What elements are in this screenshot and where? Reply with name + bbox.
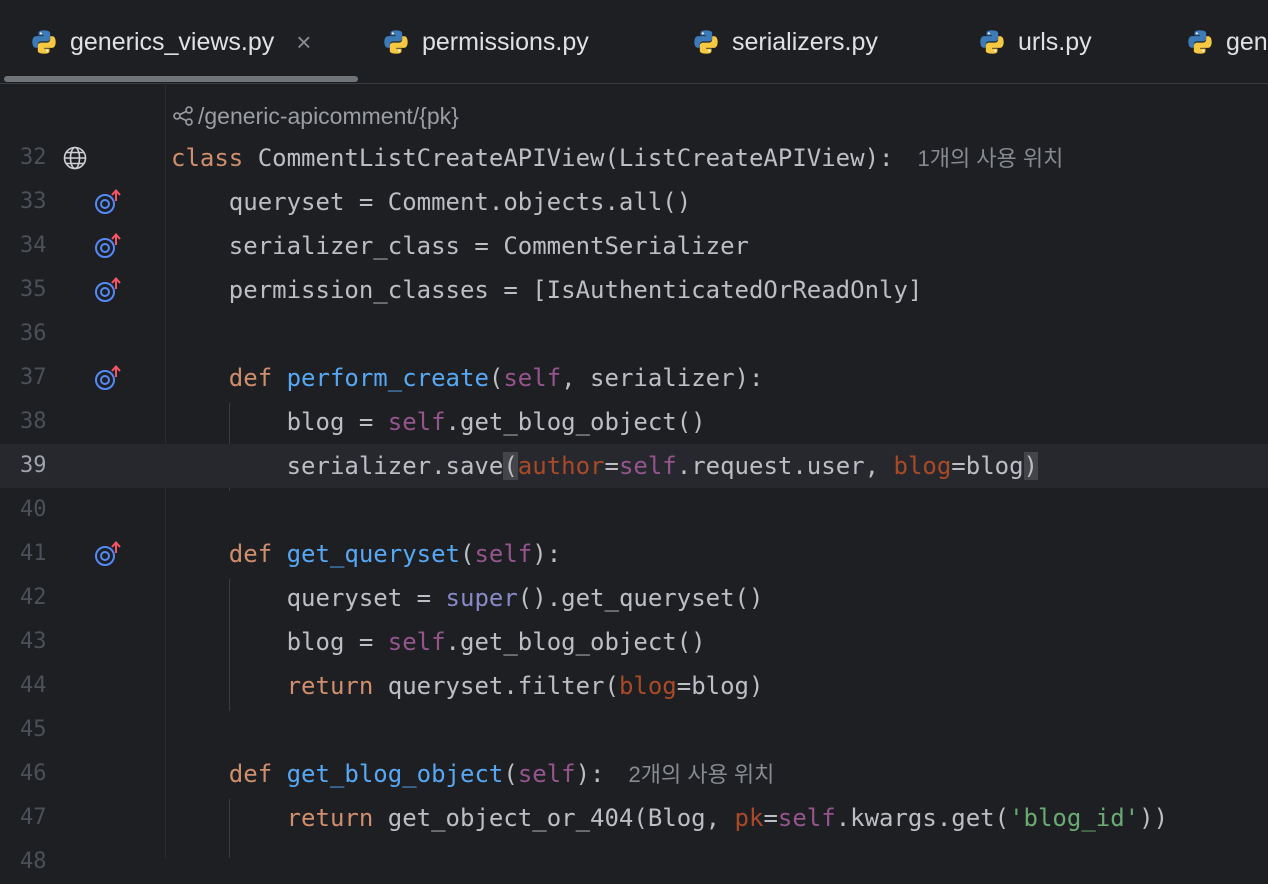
close-tab-icon[interactable]: × xyxy=(296,27,311,58)
editor-tab-bar: generics_views.py × permissions.py seria… xyxy=(0,0,1268,84)
line-number: 39 xyxy=(20,453,47,478)
code-line[interactable]: 40 xyxy=(0,488,1268,532)
code-text: queryset = Comment.objects.all() xyxy=(171,188,692,216)
code-line[interactable]: 42 queryset = super().get_queryset() xyxy=(0,576,1268,620)
code-line[interactable]: 47 return get_object_or_404(Blog, pk=sel… xyxy=(0,796,1268,840)
route-text: /generic-apicomment/{pk} xyxy=(198,102,459,129)
tab-label: generics_views.py xyxy=(70,27,275,56)
line-number: 47 xyxy=(20,805,47,830)
code-line-current[interactable]: 39 serializer.save(author=self.request.u… xyxy=(0,444,1268,488)
code-text: return get_object_or_404(Blog, pk=self.k… xyxy=(286,804,1169,832)
code-line[interactable]: 36 xyxy=(0,312,1268,356)
tab-urls[interactable]: urls.py xyxy=(978,0,1092,84)
overrides-icon[interactable] xyxy=(94,233,124,259)
line-number: 48 xyxy=(20,849,47,874)
line-number: 33 xyxy=(20,189,47,214)
code-text: class CommentListCreateAPIView(ListCreat… xyxy=(171,144,1064,172)
code-line[interactable]: 34 serializer_class = CommentSerializer xyxy=(0,224,1268,268)
python-file-icon xyxy=(980,30,1004,54)
code-line[interactable]: 44 return queryset.filter(blog=blog) xyxy=(0,664,1268,708)
tab-label: serializers.py xyxy=(732,27,878,56)
matched-bracket: ( xyxy=(503,452,518,480)
code-line[interactable]: 37 def perform_create(self, serializer): xyxy=(0,356,1268,400)
code-text: serializer_class = CommentSerializer xyxy=(171,232,749,260)
code-line[interactable]: 35 permission_classes = [IsAuthenticated… xyxy=(0,268,1268,312)
tab-permissions[interactable]: permissions.py xyxy=(382,0,589,84)
code-line[interactable]: 43 blog = self.get_blog_object() xyxy=(0,620,1268,664)
overrides-icon[interactable] xyxy=(94,365,124,391)
endpoint-hint[interactable]: /generic-apicomment/{pk} xyxy=(172,101,459,131)
tab-serializers[interactable]: serializers.py xyxy=(692,0,878,84)
overrides-icon[interactable] xyxy=(94,189,124,215)
tab-label: permissions.py xyxy=(422,27,589,56)
tab-label: gen xyxy=(1226,27,1268,56)
tab-generics-partial[interactable]: gen xyxy=(1186,0,1268,84)
line-number: 46 xyxy=(20,761,47,786)
python-file-icon xyxy=(384,30,408,54)
code-text: permission_classes = [IsAuthenticatedOrR… xyxy=(171,276,923,304)
code-text: queryset = super().get_queryset() xyxy=(286,584,764,612)
line-number: 37 xyxy=(20,365,47,390)
code-editor[interactable]: /generic-apicomment/{pk} 32 class Commen… xyxy=(0,85,1268,874)
usages-hint[interactable]: 2개의 사용 위치 xyxy=(629,762,775,787)
globe-icon[interactable] xyxy=(62,145,88,171)
line-number: 41 xyxy=(20,541,47,566)
line-number: 44 xyxy=(20,673,47,698)
code-line[interactable]: 32 class CommentListCreateAPIView(ListCr… xyxy=(0,136,1268,180)
code-line[interactable]: 41 def get_queryset(self): xyxy=(0,532,1268,576)
python-file-icon xyxy=(694,30,718,54)
tab-label: urls.py xyxy=(1018,27,1092,56)
code-line[interactable]: 48 xyxy=(0,840,1268,884)
code-text: blog = self.get_blog_object() xyxy=(286,408,706,436)
code-text: def get_queryset(self): xyxy=(228,540,562,568)
line-number: 34 xyxy=(20,233,47,258)
code-text: def perform_create(self, serializer): xyxy=(228,364,764,392)
matched-bracket: ) xyxy=(1023,452,1038,480)
code-line[interactable]: 45 xyxy=(0,708,1268,752)
tab-scroll-indicator[interactable] xyxy=(4,76,358,82)
line-number: 36 xyxy=(20,321,47,346)
line-number: 32 xyxy=(20,145,47,170)
line-number: 45 xyxy=(20,717,47,742)
code-text: return queryset.filter(blog=blog) xyxy=(286,672,764,700)
code-text: serializer.save(author=self.request.user… xyxy=(286,452,1038,480)
code-text: def get_blog_object(self): 2개의 사용 위치 xyxy=(228,760,775,788)
line-number: 40 xyxy=(20,497,47,522)
line-number: 42 xyxy=(20,585,47,610)
code-text: blog = self.get_blog_object() xyxy=(286,628,706,656)
python-file-icon xyxy=(32,30,56,54)
python-file-icon xyxy=(1188,30,1212,54)
line-number: 38 xyxy=(20,409,47,434)
line-number: 35 xyxy=(20,277,47,302)
usages-hint[interactable]: 1개의 사용 위치 xyxy=(917,146,1063,171)
tab-generics-views[interactable]: generics_views.py × xyxy=(30,0,311,84)
overrides-icon[interactable] xyxy=(94,277,124,303)
code-line[interactable]: 38 blog = self.get_blog_object() xyxy=(0,400,1268,444)
share-icon xyxy=(173,106,193,126)
code-line[interactable]: 46 def get_blog_object(self): 2개의 사용 위치 xyxy=(0,752,1268,796)
code-line[interactable]: 33 queryset = Comment.objects.all() xyxy=(0,180,1268,224)
overrides-icon[interactable] xyxy=(94,541,124,567)
line-number: 43 xyxy=(20,629,47,654)
